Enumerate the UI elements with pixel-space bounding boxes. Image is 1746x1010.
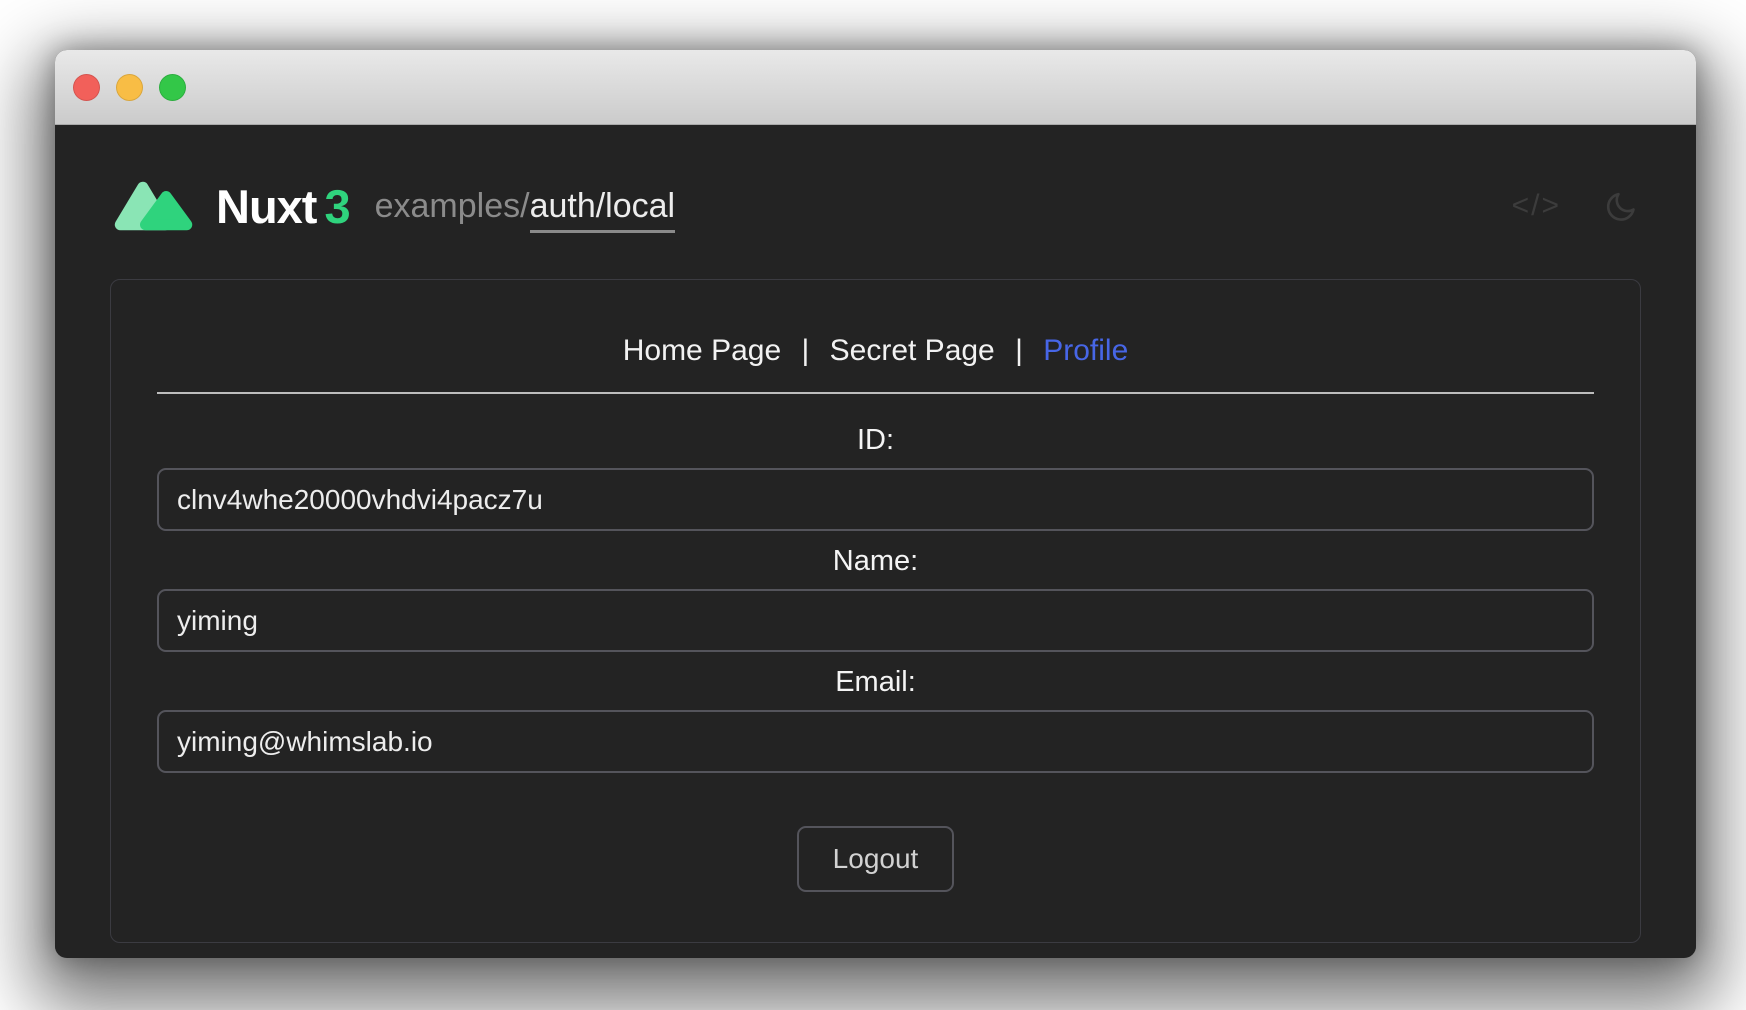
breadcrumb-prefix: examples/ (375, 187, 530, 225)
app-header: Nuxt 3 examples/auth/local </> (110, 125, 1641, 251)
nav-divider (157, 392, 1594, 394)
email-label: Email: (157, 666, 1594, 699)
nav-link-home[interactable]: Home Page (623, 334, 781, 367)
dark-mode-moon-icon[interactable] (1603, 187, 1641, 225)
page-content: Nuxt 3 examples/auth/local </> Home Page (55, 125, 1696, 957)
browser-window: Nuxt 3 examples/auth/local </> Home Page (55, 50, 1696, 958)
window-titlebar (55, 50, 1696, 125)
screenshot-root: Nuxt 3 examples/auth/local </> Home Page (0, 0, 1746, 1010)
logout-button[interactable]: Logout (797, 826, 955, 892)
nav-separator: | (802, 334, 810, 367)
brand-version: 3 (324, 179, 350, 234)
id-input[interactable] (157, 468, 1594, 531)
name-label: Name: (157, 545, 1594, 578)
page-nav: Home Page | Secret Page | Profile (157, 334, 1594, 368)
profile-card: Home Page | Secret Page | Profile ID: Na… (110, 279, 1641, 943)
brand-area: Nuxt 3 examples/auth/local (110, 178, 675, 234)
close-window-button[interactable] (73, 74, 100, 101)
minimize-window-button[interactable] (116, 74, 143, 101)
breadcrumb: examples/auth/local (375, 187, 676, 226)
zoom-window-button[interactable] (159, 74, 186, 101)
name-input[interactable] (157, 589, 1594, 652)
logout-button-row: Logout (157, 826, 1594, 892)
nav-separator: | (1015, 334, 1023, 367)
nav-link-secret[interactable]: Secret Page (830, 334, 995, 367)
header-icons: </> (1512, 187, 1641, 225)
breadcrumb-current-link[interactable]: auth/local (530, 187, 676, 233)
id-label: ID: (157, 424, 1594, 457)
brand-name: Nuxt (216, 179, 316, 234)
nav-link-profile[interactable]: Profile (1043, 334, 1128, 367)
source-code-icon[interactable]: </> (1512, 189, 1561, 223)
email-input[interactable] (157, 710, 1594, 773)
nuxt-logo-icon (110, 178, 198, 234)
